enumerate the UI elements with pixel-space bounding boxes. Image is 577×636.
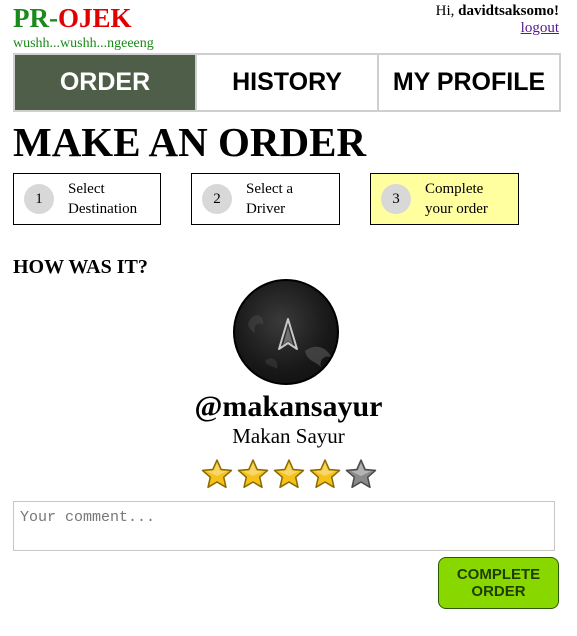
step-label: Complete your order	[425, 181, 488, 217]
tab-my-profile[interactable]: MY PROFILE	[379, 55, 559, 110]
greeting-username: davidtsaksomo!	[458, 3, 559, 19]
star-rating	[0, 458, 577, 490]
app-logo: PR-OJEK	[13, 2, 132, 34]
tab-history[interactable]: HISTORY	[197, 55, 379, 110]
greeting: Hi, davidtsaksomo!	[436, 3, 559, 20]
star-filled-icon[interactable]	[237, 458, 269, 490]
step-select-driver: 2 Select a Driver	[191, 173, 340, 225]
step-select-destination: 1 Select Destination	[13, 173, 161, 225]
logout-link[interactable]: logout	[521, 20, 559, 37]
driver-name: Makan Sayur	[232, 424, 345, 448]
tagline: wushh...wushh...ngeeeng	[13, 36, 154, 51]
driver-username: @makansayur	[194, 390, 383, 423]
star-filled-icon[interactable]	[201, 458, 233, 490]
logo-dash: -	[49, 3, 58, 33]
logo-ojek: OJEK	[58, 3, 132, 33]
page-title: MAKE AN ORDER	[13, 119, 367, 165]
greeting-prefix: Hi,	[435, 3, 459, 19]
star-empty-icon[interactable]	[345, 458, 377, 490]
avatar-image	[248, 315, 331, 369]
star-filled-icon[interactable]	[273, 458, 305, 490]
driver-avatar	[233, 279, 339, 385]
tab-order[interactable]: ORDER	[15, 55, 197, 110]
logo-pr: PR	[13, 3, 49, 33]
comment-input[interactable]	[13, 501, 555, 551]
complete-order-button[interactable]: COMPLETE ORDER	[438, 557, 559, 609]
rating-heading: HOW WAS IT?	[13, 256, 148, 278]
main-tabs: ORDER HISTORY MY PROFILE	[13, 53, 561, 112]
step-label: Select Destination	[68, 181, 138, 217]
step-number: 1	[24, 184, 54, 214]
star-filled-icon[interactable]	[309, 458, 341, 490]
step-number: 2	[202, 184, 232, 214]
step-label: Select a Driver	[246, 181, 294, 217]
step-complete-order: 3 Complete your order	[370, 173, 519, 225]
page: PR-OJEK wushh...wushh...ngeeeng Hi, davi…	[0, 0, 577, 636]
step-number: 3	[381, 184, 411, 214]
